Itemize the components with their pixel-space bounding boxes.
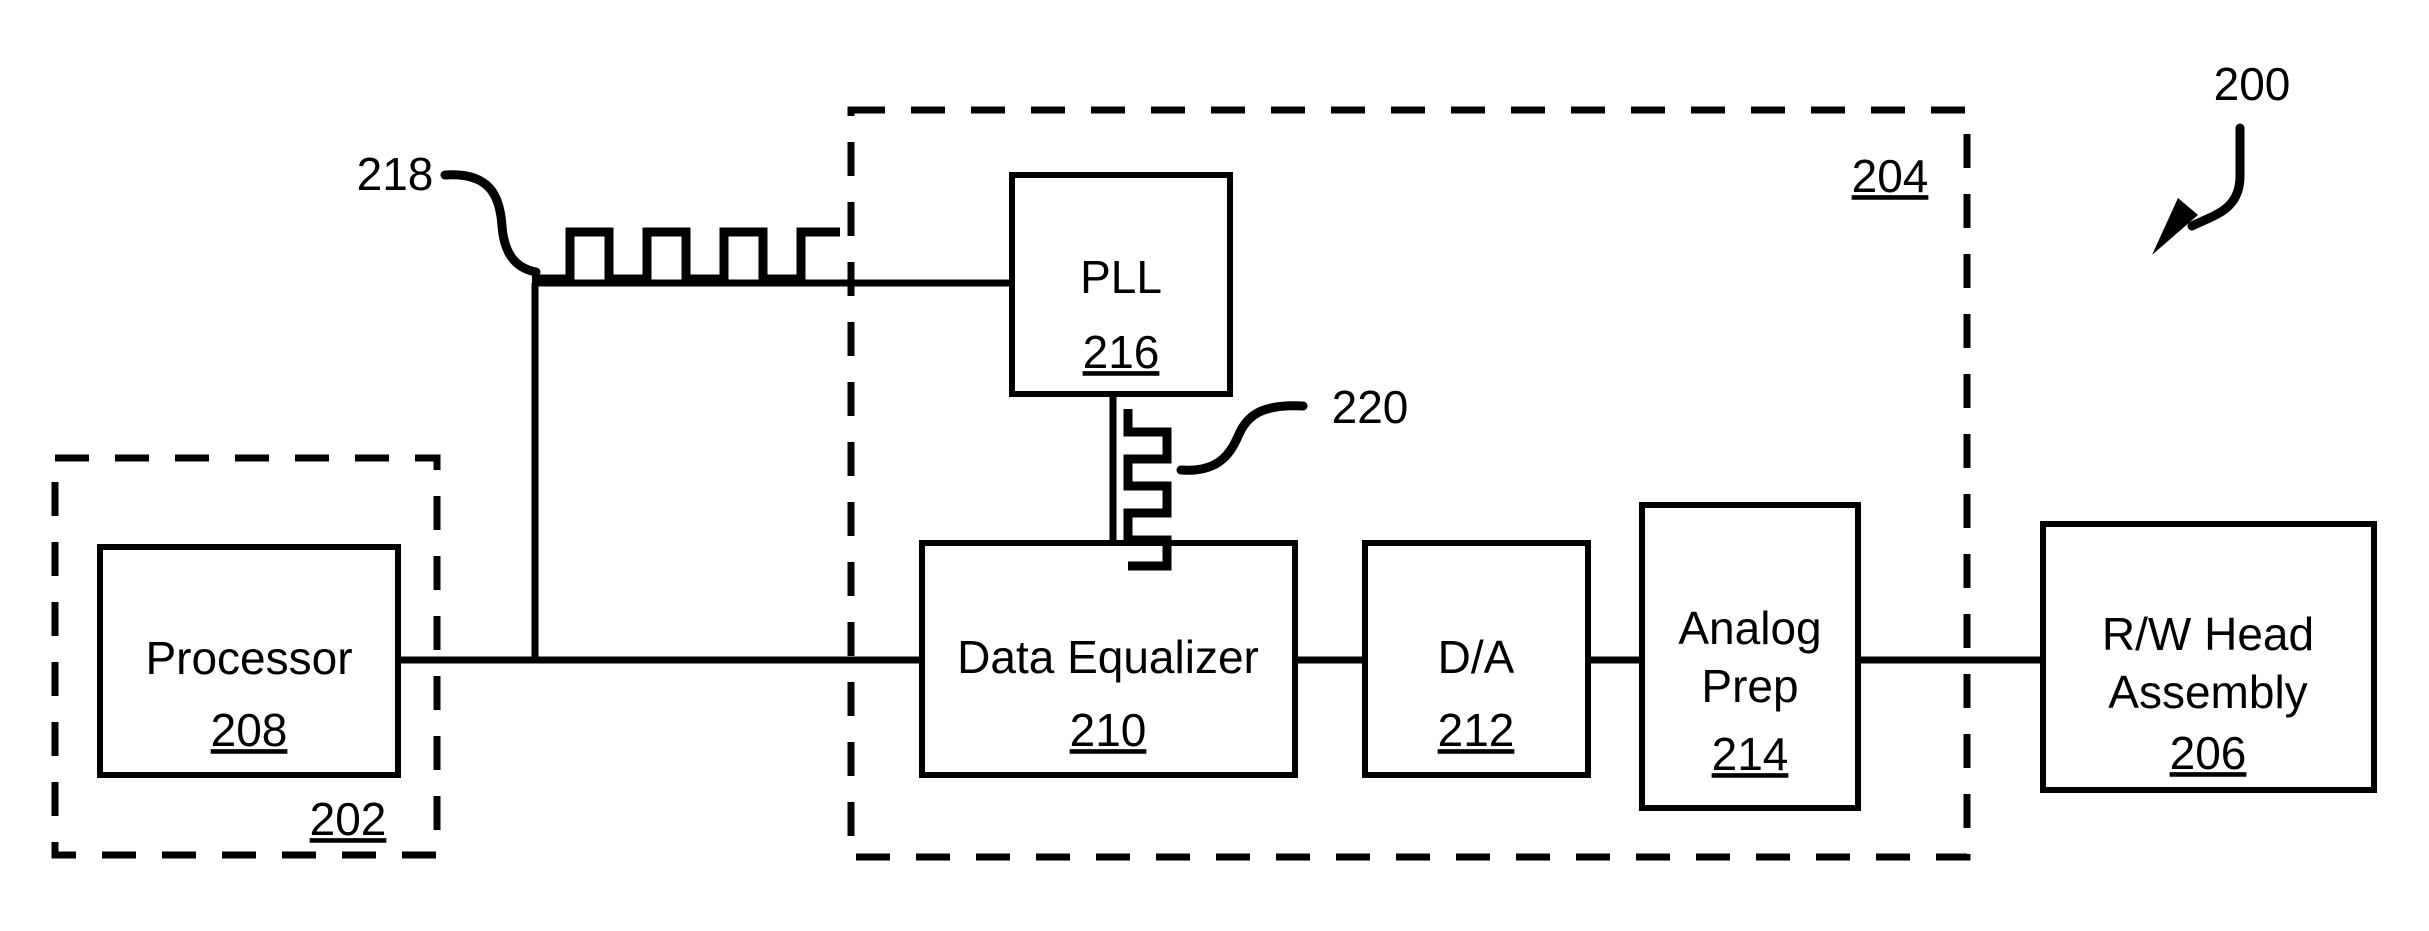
analog-prep-label-line1: Analog: [1678, 602, 1821, 654]
block-pll[interactable]: PLL 216: [1009, 172, 1233, 397]
da-converter-ref-label: 212: [1438, 704, 1515, 756]
ref-label-220: 220: [1332, 381, 1409, 433]
rw-head-assembly-label-line1: R/W Head: [2102, 608, 2314, 660]
pll-label: PLL: [1080, 251, 1162, 303]
leader-line-220: [1176, 401, 1308, 475]
block-processor[interactable]: Processor 208: [97, 544, 401, 778]
controller-enclosure-204: 204: [847, 106, 1971, 861]
controller-enclosure-dashed-rect: [847, 106, 1971, 861]
block-analog-prep[interactable]: Analog Prep 214: [1639, 502, 1861, 811]
clock-signal-220: 220: [1123, 381, 1409, 571]
patent-figure-200: 202 204 218 220 200 Processor 208 PLL 21…: [0, 0, 2429, 931]
block-rw-head-assembly[interactable]: R/W Head Assembly 206: [2040, 521, 2377, 793]
leader-line-218: [440, 170, 541, 277]
clock-signal-218: 218: [357, 148, 840, 284]
ref-label-218: 218: [357, 148, 434, 200]
figure-number-200-callout: 200: [2152, 58, 2290, 255]
figure-number-label: 200: [2214, 58, 2291, 110]
da-converter-label: D/A: [1438, 631, 1515, 683]
square-wave-218-path: [532, 227, 840, 284]
figure-arrow-shaft: [2187, 123, 2245, 231]
block-da-converter[interactable]: D/A 212: [1362, 540, 1591, 778]
data-equalizer-label: Data Equalizer: [957, 631, 1259, 683]
controller-enclosure-ref-label: 204: [1852, 150, 1929, 202]
rw-head-assembly-label-line2: Assembly: [2108, 666, 2307, 718]
data-equalizer-ref-label: 210: [1070, 704, 1147, 756]
processor-ref-label: 208: [211, 704, 288, 756]
pll-ref-label: 216: [1083, 326, 1160, 378]
analog-prep-ref-label: 214: [1712, 728, 1789, 780]
host-enclosure-ref-label: 202: [310, 793, 387, 845]
block-data-equalizer[interactable]: Data Equalizer 210: [919, 540, 1298, 778]
rw-head-assembly-ref-label: 206: [2170, 727, 2247, 779]
analog-prep-label-line2: Prep: [1701, 660, 1798, 712]
processor-label: Processor: [145, 632, 352, 684]
